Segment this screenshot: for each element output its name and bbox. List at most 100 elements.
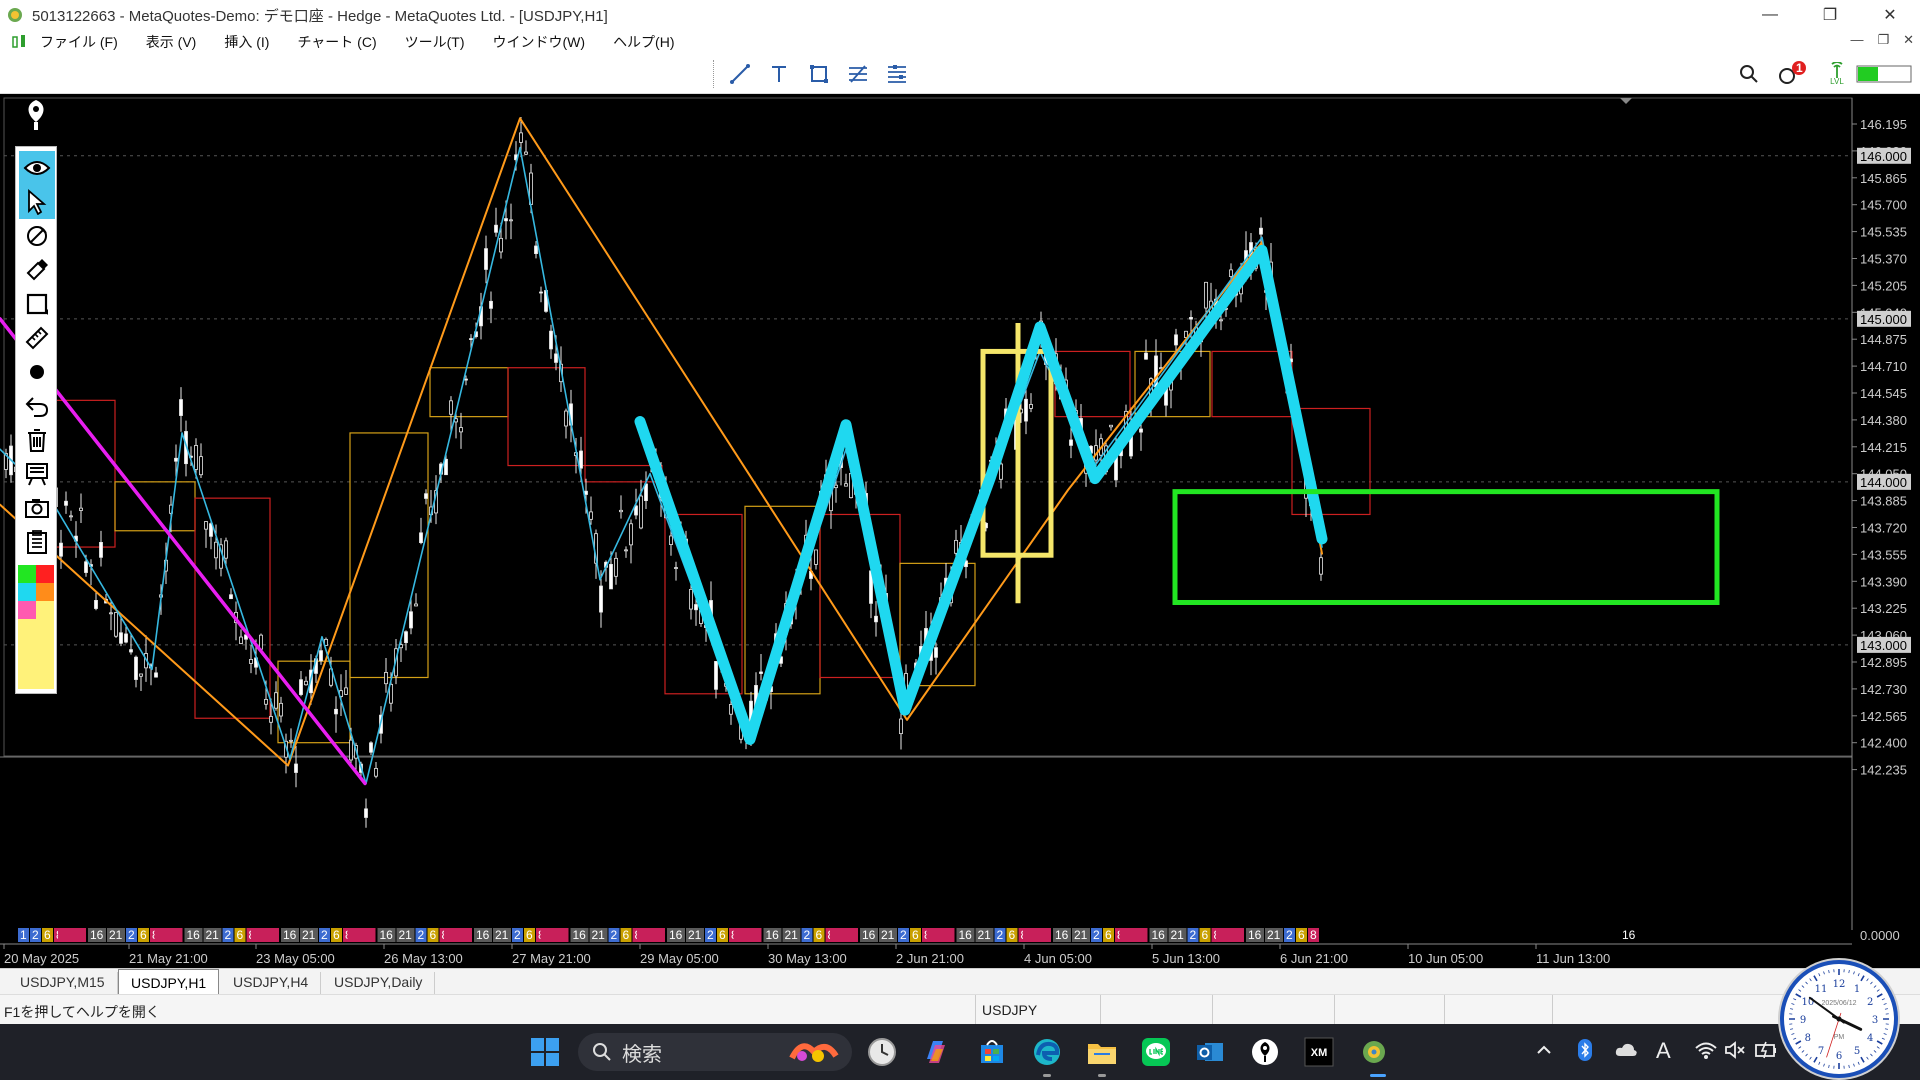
screenshot-button[interactable]: [19, 491, 55, 525]
copilot-button[interactable]: [918, 1034, 954, 1070]
menu-view[interactable]: 表示 (V): [146, 32, 197, 52]
edge-browser-button[interactable]: [1029, 1034, 1065, 1070]
clock-ampm: PM: [1834, 1034, 1845, 1041]
price-chart[interactable]: 146.195146.030145.865145.700145.535145.3…: [0, 94, 1920, 968]
menu-chart[interactable]: チャート (C): [297, 32, 376, 52]
mdi-minimize-button[interactable]: —: [1850, 32, 1863, 48]
text-tool-button[interactable]: [764, 60, 794, 88]
candle-body: [759, 671, 763, 674]
undo-button[interactable]: [19, 389, 55, 423]
speaker-muted-icon[interactable]: [1724, 1040, 1746, 1060]
antenna-icon: [1831, 62, 1843, 78]
notifications-button[interactable]: 1: [1774, 60, 1808, 88]
cursor-tool-button[interactable]: [19, 185, 55, 219]
notes-button[interactable]: [19, 525, 55, 559]
clock-number: 2: [1867, 997, 1873, 1008]
status-cell: [1334, 995, 1444, 1025]
tab-usdjpy-m15[interactable]: USDJPY,M15: [8, 972, 118, 994]
candle-body: [344, 687, 348, 695]
cloud-icon[interactable]: [1614, 1042, 1638, 1058]
highlighter-tool-button[interactable]: [19, 253, 55, 287]
start-button[interactable]: [527, 1034, 563, 1070]
pen-app-button[interactable]: [1247, 1034, 1283, 1070]
color-swatch-cyan[interactable]: [18, 583, 36, 601]
session-chip-label: 2: [128, 928, 135, 942]
session-chip-label: 16: [283, 928, 297, 942]
price-tick-label: 143.885: [1860, 494, 1907, 509]
chevron-up-icon[interactable]: [1536, 1042, 1552, 1058]
line-app-button[interactable]: [1138, 1034, 1174, 1070]
close-button[interactable]: ✕: [1860, 5, 1920, 25]
clock-tick: [1876, 989, 1880, 992]
clock-tick: [1790, 1028, 1794, 1030]
signal-button[interactable]: LVL: [1826, 60, 1848, 88]
presentation-button[interactable]: [19, 457, 55, 491]
menu-file[interactable]: ファイル (F): [40, 32, 118, 52]
candle-body: [639, 495, 643, 529]
chart-tabs: USDJPY,M15 USDJPY,H1 USDJPY,H4 USDJPY,Da…: [0, 968, 1920, 995]
taskbar-search-box[interactable]: 検索: [578, 1033, 852, 1071]
candle-body: [64, 500, 68, 506]
session-chip-label: 16: [380, 928, 394, 942]
candle-body: [524, 151, 528, 155]
ruler-tool-button[interactable]: [19, 321, 55, 355]
clock-app-button[interactable]: [864, 1034, 900, 1070]
candle-body: [294, 763, 298, 773]
candle-body: [424, 493, 428, 499]
session-chip-label: 16: [476, 928, 490, 942]
indicator-zero-label: 0.0000: [1860, 928, 1900, 943]
mdi-restore-button[interactable]: ❐: [1877, 32, 1889, 48]
pen-tool-icon[interactable]: [22, 98, 50, 132]
wifi-icon[interactable]: [1694, 1040, 1718, 1060]
dot-tool-button[interactable]: [19, 355, 55, 389]
trendline-tool-button[interactable]: [725, 60, 755, 88]
tab-usdjpy-h1[interactable]: USDJPY,H1: [118, 969, 220, 995]
ime-indicator[interactable]: A: [1656, 1038, 1671, 1064]
outlook-button[interactable]: [1192, 1034, 1228, 1070]
green-zone-box[interactable]: [1172, 489, 1720, 605]
chart-shift-marker[interactable]: [1620, 98, 1632, 104]
pen-draw-button[interactable]: [19, 219, 55, 253]
color-swatch-yellow[interactable]: [18, 619, 54, 689]
undo-icon: [25, 397, 49, 417]
candle-body: [409, 611, 413, 629]
shapes-tool-button[interactable]: [804, 60, 834, 88]
channels-tool-button[interactable]: [882, 60, 912, 88]
search-button[interactable]: [1736, 60, 1762, 88]
tab-usdjpy-h4[interactable]: USDJPY,H4: [221, 972, 322, 994]
clock-tick: [1791, 1033, 1795, 1035]
color-swatch-light-yellow[interactable]: [36, 601, 54, 619]
delete-button[interactable]: [19, 423, 55, 457]
xm-app-button[interactable]: XM: [1301, 1034, 1337, 1070]
tab-usdjpy-daily[interactable]: USDJPY,Daily: [322, 972, 436, 994]
battery-charging-icon[interactable]: [1754, 1040, 1778, 1060]
rectangle-tool-button[interactable]: [19, 287, 55, 321]
clock-number: 1: [1854, 984, 1860, 995]
color-swatch-pink[interactable]: [18, 601, 36, 619]
chart-area[interactable]: 146.195146.030145.865145.700145.535145.3…: [0, 94, 1920, 968]
candle-body: [1259, 227, 1263, 235]
store-button[interactable]: [974, 1034, 1010, 1070]
menu-window[interactable]: ウインドウ(W): [493, 32, 586, 52]
session-chip-label: 2: [32, 928, 39, 942]
metatrader-taskbar-button[interactable]: [1356, 1034, 1392, 1070]
menu-help[interactable]: ヘルプ(H): [613, 32, 674, 52]
candle-body: [644, 483, 648, 502]
bluetooth-icon[interactable]: [1577, 1038, 1593, 1062]
color-swatch-red[interactable]: [36, 565, 54, 583]
minimize-button[interactable]: —: [1740, 6, 1800, 24]
maximize-button[interactable]: ❐: [1800, 5, 1860, 25]
status-cell: [1444, 995, 1552, 1025]
candle: [384, 657, 388, 693]
color-swatch-green[interactable]: [18, 565, 36, 583]
visibility-tool-button[interactable]: [19, 151, 55, 185]
mdi-close-button[interactable]: ✕: [1903, 32, 1914, 48]
menu-tools[interactable]: ツール(T): [405, 32, 465, 52]
clock-tick: [1798, 1046, 1802, 1049]
color-swatch-orange[interactable]: [36, 583, 54, 601]
menu-insert[interactable]: 挿入 (I): [224, 32, 269, 52]
status-symbol: USDJPY: [975, 995, 1100, 1025]
file-explorer-button[interactable]: [1084, 1034, 1120, 1070]
fibonacci-tool-button[interactable]: [843, 60, 873, 88]
candle: [564, 408, 568, 439]
